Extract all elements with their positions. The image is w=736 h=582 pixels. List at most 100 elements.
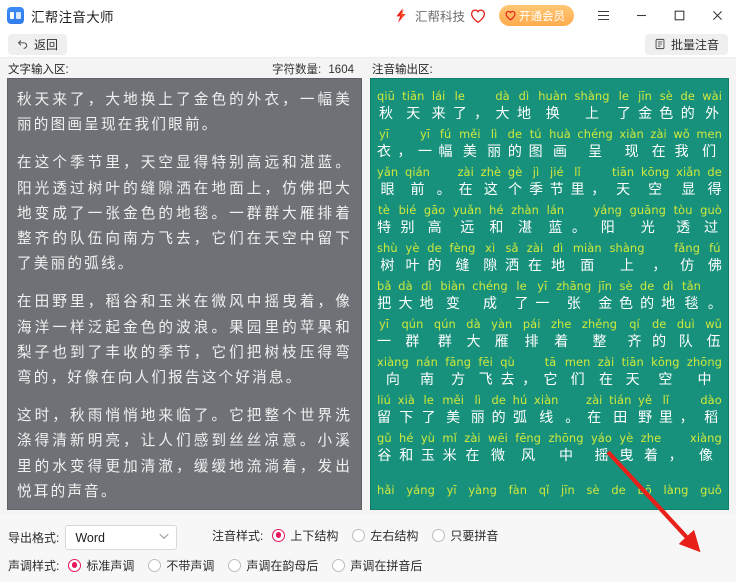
hanzi-text: 地	[661, 296, 676, 312]
pinyin-text: xiǎn	[676, 165, 701, 179]
radio-tone-style-2[interactable]: 声调在韵母后	[228, 557, 318, 574]
pinyin-text: qí	[629, 317, 640, 331]
hanzi-text: 现	[624, 144, 639, 160]
pinyin-text: zhe	[640, 431, 662, 445]
radio-ruby-style-2[interactable]: 只要拼音	[432, 527, 498, 544]
pinyin-cell: bié 别	[399, 204, 417, 235]
back-button[interactable]: 返回	[8, 33, 68, 55]
text-input-area[interactable]: 秋天来了，大地换上了金色的外衣，一幅美丽的图画呈现在我们眼前。 在这个季节里，天空…	[7, 78, 362, 510]
tone-style-row: 声调样式: 标准声调 不带声调 声调在韵母后 声调在拼音后	[8, 557, 436, 574]
hanzi-text: 面	[580, 258, 595, 274]
pinyin-text: de	[507, 127, 523, 141]
pinyin-text: lì	[474, 393, 481, 407]
pinyin-cell: ，	[591, 167, 605, 197]
pinyin-cell: le 了	[422, 394, 436, 425]
pinyin-cell: zhōng 中	[687, 356, 722, 387]
pinyin-text: zài	[526, 241, 544, 255]
pinyin-cell: làng	[664, 484, 689, 501]
hamburger-menu-icon[interactable]	[584, 1, 622, 31]
radio-tone-style-1[interactable]: 不带声调	[148, 557, 214, 574]
pinyin-cell: le 了	[617, 89, 631, 121]
radio-tone-style-0[interactable]: 标准声调	[68, 557, 134, 574]
pinyin-cell: yī 衣	[377, 128, 391, 159]
pinyin-cell: jì 季	[529, 166, 543, 197]
pinyin-text: le	[618, 89, 630, 103]
pinyin-cell: dà 大	[398, 279, 413, 311]
pinyin-text: dì	[518, 89, 530, 103]
pinyin-text: zhāng	[556, 279, 592, 293]
pinyin-cell: xiǎn 显	[676, 165, 701, 197]
open-vip-button[interactable]: 开通会员	[499, 5, 574, 26]
pinyin-cell: de	[611, 484, 625, 501]
pinyin-cell: fú 佛	[708, 242, 722, 273]
pinyin-text: tǎn	[682, 279, 701, 293]
pinyin-text: bō	[637, 483, 652, 497]
radio-ruby-style-1[interactable]: 左右结构	[352, 527, 418, 544]
export-format-select[interactable]: Word	[65, 525, 178, 550]
pinyin-text: lái	[431, 89, 446, 103]
pinyin-output-area[interactable]: qiū 秋 tiān 天 lái 来 le 了 ， dà 大 dì 地 huàn 换 shàng 上 le 了 jīn…	[370, 78, 729, 510]
maximize-icon[interactable]	[660, 1, 698, 31]
pinyin-cell: xiàn 现	[619, 128, 644, 160]
pinyin-text: yǎn	[377, 165, 399, 179]
pinyin-text: xià	[397, 393, 415, 407]
hanzi-text: 雁	[494, 334, 509, 350]
pinyin-cell: yáng 阳	[593, 204, 622, 235]
hanzi-text: 得	[707, 182, 722, 198]
pinyin-line: yǎn 眼 qián 前。 zài 在 zhè 这 gè 个 jì 季 jié 节 lǐ 里 ， tiān 天 kōn…	[377, 160, 722, 197]
pinyin-text: dà	[398, 279, 413, 293]
pinyin-text: tā	[544, 355, 557, 369]
pinyin-cell: dà 大	[466, 318, 480, 349]
pinyin-text: le	[454, 89, 466, 103]
batch-pinyin-button[interactable]: 批量注音	[644, 33, 728, 55]
hanzi-text: 飞	[478, 372, 493, 388]
pinyin-cell: dà 大	[495, 90, 509, 121]
pinyin-cell: qí 齐	[628, 317, 642, 349]
pinyin-cell: gǔ 谷	[377, 432, 392, 463]
input-paragraph: 秋天来了，大地换上了金色的外衣，一幅美丽的图画呈现在我们眼前。	[17, 91, 352, 134]
radio-ruby-style-0[interactable]: 上下结构	[272, 527, 338, 544]
minimize-icon[interactable]	[622, 1, 660, 31]
pinyin-text: fēng	[515, 431, 542, 445]
pinyin-text: yàng	[468, 483, 497, 497]
pinyin-cell: nán 南	[416, 355, 438, 387]
hanzi-text: 。	[707, 296, 722, 312]
hanzi-text: 仿	[680, 258, 695, 274]
pinyin-cell: xiàng 像	[690, 432, 722, 463]
hanzi-text: ，	[522, 372, 537, 388]
pinyin-cell: zhàn 湛	[511, 204, 539, 235]
tone-style-label: 声调样式:	[8, 559, 60, 573]
pinyin-text: qián	[404, 165, 430, 179]
pinyin-line: xiàng 向 nán 南 fāng 方 fēi 飞 qù 去 ， tā 它 men 们 zài 在 tiān 天 k…	[377, 350, 722, 387]
hanzi-text: 来	[431, 106, 446, 122]
pinyin-cell: shù 树	[377, 242, 398, 273]
pinyin-line: qiū 秋 tiān 天 lái 来 le 了 ， dà 大 dì 地 huàn 换 shàng 上 le 了 jīn…	[377, 84, 722, 121]
pinyin-cell: duì 队	[677, 318, 695, 349]
pinyin-text: chéng	[577, 127, 613, 141]
pinyin-cell: yè 曳	[619, 432, 633, 463]
close-icon[interactable]	[698, 1, 736, 31]
radio-tone-style-label: 声调在拼音后	[350, 559, 423, 573]
hanzi-text: 的	[507, 144, 522, 160]
hanzi-text: 空	[648, 182, 663, 198]
pinyin-text: yī	[537, 279, 548, 293]
hanzi-text: 个	[508, 182, 523, 198]
hanzi-text: 它	[543, 372, 558, 388]
pinyin-cell: lán 蓝	[547, 204, 565, 235]
hanzi-text: 田	[613, 410, 628, 426]
pinyin-cell: de 的	[681, 90, 695, 121]
pinyin-text: fú	[439, 127, 452, 141]
pinyin-cell: zài 在	[586, 394, 602, 425]
radio-tone-style-label: 声调在韵母后	[246, 559, 319, 573]
pinyin-text: huàn	[538, 89, 568, 103]
pinyin-cell: tiān 天	[612, 166, 634, 197]
pinyin-text: nán	[416, 355, 438, 369]
radio-dot-icon	[432, 529, 446, 542]
radio-ruby-style-label: 上下结构	[290, 529, 339, 543]
pinyin-cell: shàng 上	[575, 90, 610, 121]
radio-tone-style-3[interactable]: 声调在拼音后	[332, 557, 422, 574]
pinyin-text: men	[564, 355, 591, 369]
heart-outline-icon	[470, 8, 486, 24]
radio-dot-icon	[68, 559, 82, 572]
hanzi-text: 叶	[405, 258, 420, 274]
